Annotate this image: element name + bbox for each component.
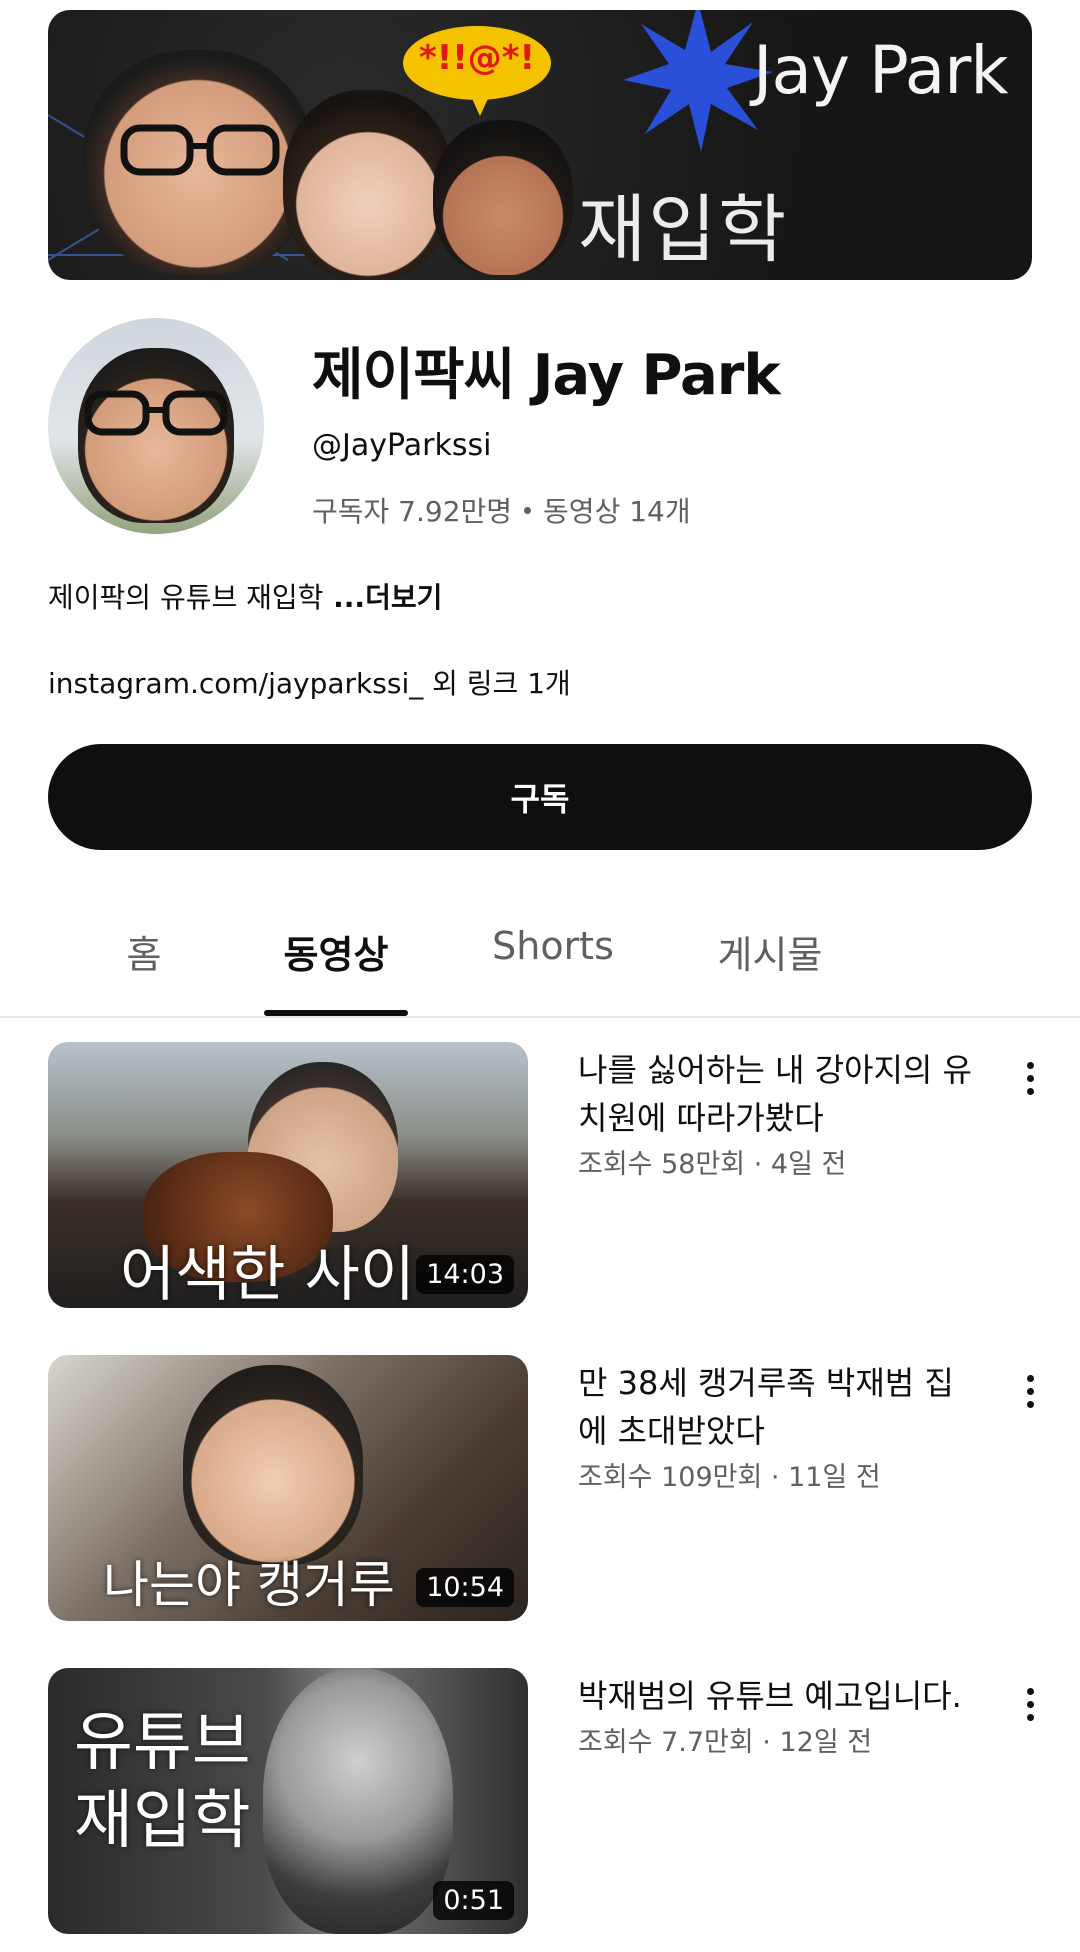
burst-star-icon	[623, 10, 773, 152]
glasses-icon	[84, 390, 228, 436]
banner-face-2	[283, 90, 453, 280]
thumbnail-caption: 어색한 사이	[120, 1240, 416, 1308]
video-duration: 10:54	[416, 1568, 514, 1607]
video-title[interactable]: 나를 싫어하는 내 강아지의 유치원에 따라가봤다	[578, 1046, 978, 1142]
channel-avatar[interactable]	[48, 318, 264, 534]
video-item[interactable]: 나는야 캥거루 10:54 만 38세 캥거루족 박재범 집에 초대받았다 조회…	[0, 1355, 1080, 1625]
banner-title: Jay Park	[753, 32, 1009, 109]
video-thumbnail[interactable]: 유튜브 재입학 0:51	[48, 1668, 528, 1934]
channel-links[interactable]: instagram.com/jayparkssi_ 외 링크 1개	[48, 662, 571, 702]
instagram-link[interactable]: instagram.com/jayparkssi_	[48, 667, 423, 700]
channel-name: 제이팍씨 Jay Park	[312, 343, 781, 408]
video-item[interactable]: 유튜브 재입학 0:51 박재범의 유튜브 예고입니다. 조회수 7.7만회 ·…	[0, 1668, 1080, 1938]
tab-videos[interactable]: 동영상	[264, 924, 408, 979]
more-options-icon[interactable]	[1018, 1375, 1042, 1423]
thumbnail-caption: 나는야 캥거루	[103, 1556, 395, 1614]
channel-stats: 구독자 7.92만명 동영상 14개	[312, 490, 691, 530]
video-meta: 조회수 109만회 · 11일 전	[578, 1462, 881, 1493]
active-tab-indicator	[264, 1010, 408, 1016]
subscriber-count: 구독자 7.92만명	[312, 495, 513, 528]
thumbnail-caption: 유튜브 재입학	[74, 1706, 251, 1858]
tab-shorts[interactable]: Shorts	[478, 924, 628, 968]
channel-tabs: 홈 동영상 Shorts 게시물	[0, 888, 1080, 1018]
video-duration: 14:03	[416, 1255, 514, 1294]
video-meta: 조회수 58만회 · 4일 전	[578, 1149, 847, 1180]
glasses-icon	[120, 124, 280, 176]
banner-face-3	[433, 120, 573, 275]
extra-links-count: 외 링크 1개	[423, 667, 571, 700]
separator-dot	[524, 507, 532, 514]
video-thumbnail[interactable]: 나는야 캥거루 10:54	[48, 1355, 528, 1621]
video-thumbnail[interactable]: 어색한 사이 14:03	[48, 1042, 528, 1308]
video-title[interactable]: 만 38세 캥거루족 박재범 집에 초대받았다	[578, 1359, 978, 1455]
description-text: 제이팍의 유튜브 재입학	[48, 581, 324, 614]
video-item[interactable]: 어색한 사이 14:03 나를 싫어하는 내 강아지의 유치원에 따라가봤다 조…	[0, 1042, 1080, 1312]
more-link[interactable]: ...더보기	[323, 581, 442, 614]
thumbnail-person	[183, 1365, 363, 1565]
speech-bubble-text: *!!@*!	[418, 38, 536, 78]
subscribe-button[interactable]: 구독	[48, 744, 1032, 850]
video-count: 동영상 14개	[543, 495, 691, 528]
tab-posts[interactable]: 게시물	[710, 924, 830, 979]
channel-banner: *!!@*! Jay Park 재입학	[48, 10, 1032, 280]
video-duration: 0:51	[433, 1881, 514, 1920]
channel-description[interactable]: 제이팍의 유튜브 재입학 ...더보기	[48, 576, 442, 616]
more-options-icon[interactable]	[1018, 1688, 1042, 1736]
tab-home[interactable]: 홈	[104, 924, 184, 979]
banner-subtitle: 재입학	[578, 187, 789, 273]
video-title[interactable]: 박재범의 유튜브 예고입니다.	[578, 1672, 978, 1720]
more-options-icon[interactable]	[1018, 1062, 1042, 1110]
channel-handle: @JayParkssi	[312, 428, 492, 463]
speech-bubble-tail	[468, 90, 492, 116]
video-meta: 조회수 7.7만회 · 12일 전	[578, 1727, 873, 1758]
